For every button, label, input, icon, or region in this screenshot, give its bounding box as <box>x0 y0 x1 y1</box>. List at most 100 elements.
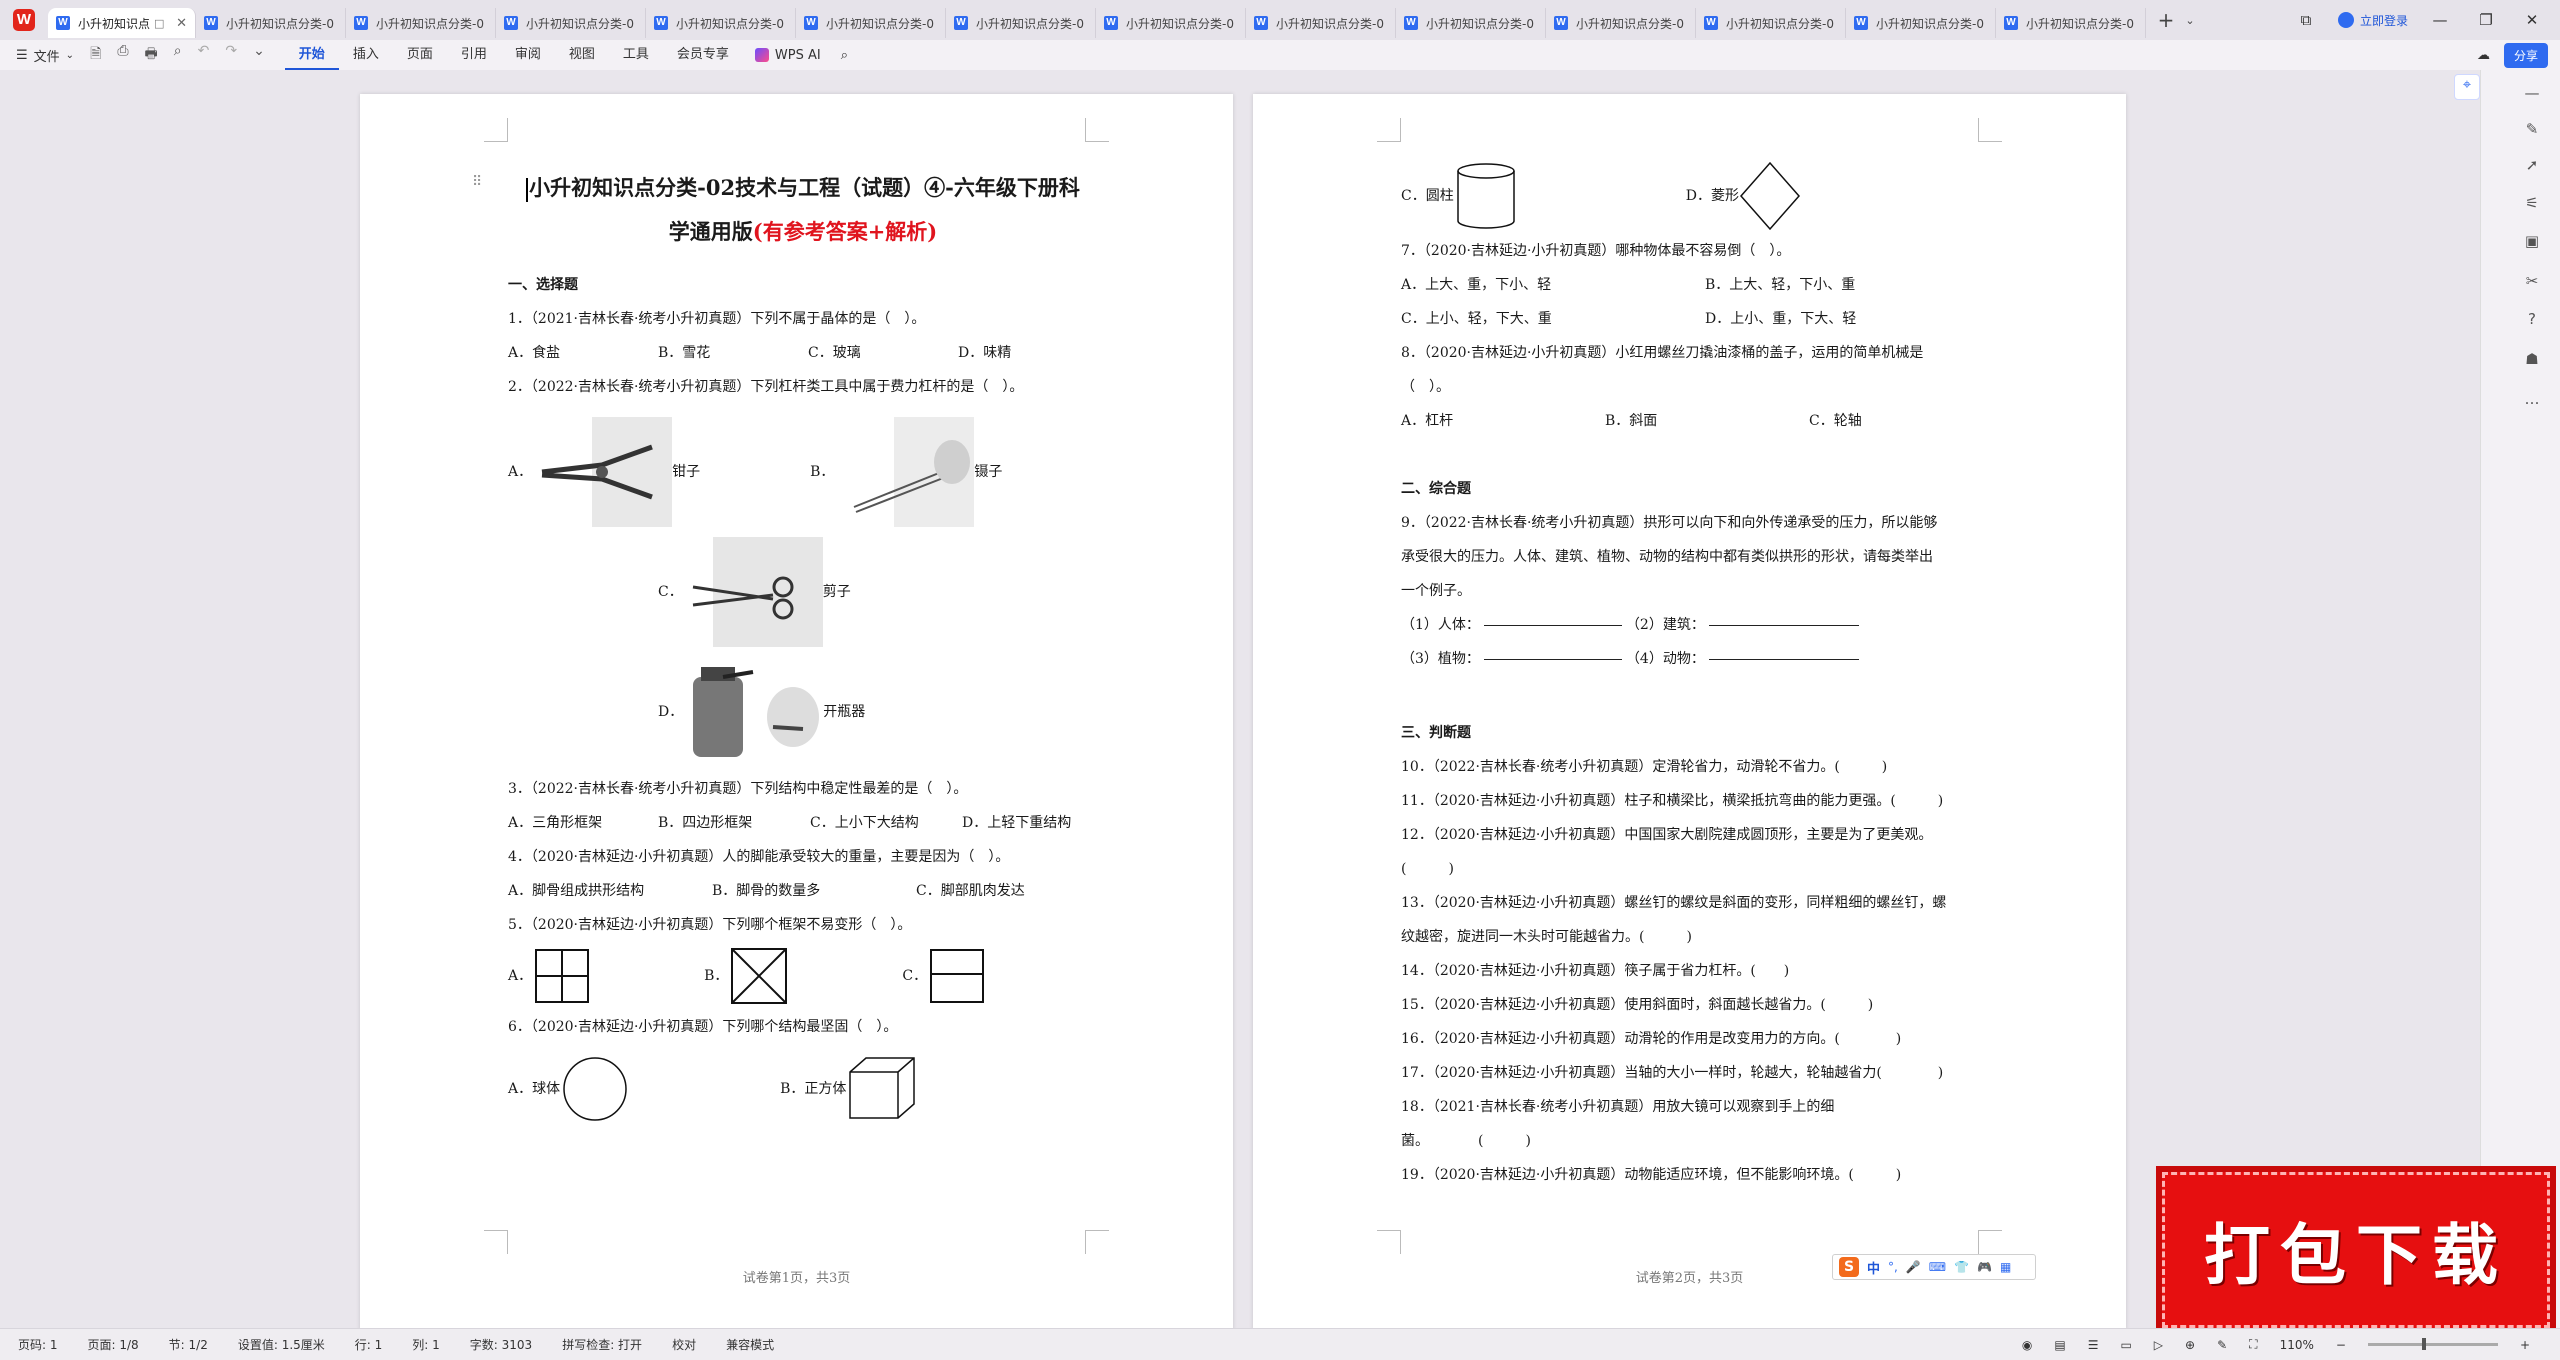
zoom-slider[interactable] <box>2367 1338 2498 1350</box>
ribbon-tab[interactable]: 开始 <box>284 40 339 70</box>
keyboard-icon[interactable]: ⌨ <box>1929 1260 1946 1274</box>
undo-icon[interactable]: ↶ <box>198 43 210 67</box>
ribbon-tab[interactable]: 审阅 <box>501 40 555 70</box>
play-icon[interactable]: ▷ <box>2154 1338 2163 1352</box>
document-tab[interactable]: W 小升初知识点分类-0 <box>1096 8 1246 38</box>
tab-label: 小升初知识点分类-0 <box>1426 16 1534 31</box>
toolbox-icon[interactable]: ▦ <box>2000 1260 2011 1274</box>
window-mode-icon[interactable]: ⧉ <box>2292 11 2320 29</box>
image-tool-icon[interactable]: ▣ <box>2520 232 2544 256</box>
document-tab[interactable]: W 小升初知识点分类-0 <box>346 8 496 38</box>
share-button[interactable]: 分享 <box>2503 42 2548 68</box>
document-page-1[interactable]: ⠿ 小升初知识点分类-02技术与工程（试题）④-六年级下册科 学通用版(有参考答… <box>360 94 1233 1328</box>
tab-list-chevron-icon[interactable]: ⌄ <box>2180 14 2200 27</box>
option: A．杠杆 <box>1401 413 1454 429</box>
edit-pen-icon[interactable]: ✎ <box>2520 120 2544 144</box>
document-tab[interactable]: W 小升初知识点分类-0 <box>1396 8 1546 38</box>
option: D．味精 <box>958 345 1012 361</box>
document-tab[interactable]: W 小升初知识点分类-0 <box>1996 8 2146 38</box>
ribbon: ☰ 文件 ⌄ 🗎 ⎙ 🖶 ⌕ ↶ ↷ ⌄ 开始 插入 页面 引用 审阅 视图 工具 会员专享 … <box>0 40 2560 70</box>
ime-toolbar[interactable]: S 中 °, 🎤 ⌨ 👕 🎮 ▦ <box>1832 1254 2036 1280</box>
tools-icon[interactable]: ✂ <box>2520 272 2544 296</box>
ime-mode-toggle[interactable]: 中 <box>1867 1258 1880 1277</box>
document-tab[interactable]: W 小升初知识点分类-0 <box>946 8 1096 38</box>
document-tab[interactable]: W 小升初知识点分类-0 <box>1846 8 1996 38</box>
wps-logo-icon[interactable]: W <box>0 0 48 40</box>
status-word-count[interactable]: 字数: 3103 <box>470 1336 532 1353</box>
read-mode-icon[interactable]: ▭ <box>2120 1338 2131 1352</box>
status-section[interactable]: 节: 1/2 <box>169 1336 208 1353</box>
status-proofread[interactable]: 校对 <box>672 1336 696 1353</box>
status-setting[interactable]: 设置值: 1.5厘米 <box>238 1336 325 1353</box>
quick-access-chevron-icon[interactable]: ⌄ <box>253 43 265 67</box>
ribbon-tab[interactable]: 会员专享 <box>663 40 743 70</box>
shirt-icon[interactable]: ☗ <box>2520 350 2544 374</box>
zoom-level[interactable]: 110% <box>2280 1338 2314 1352</box>
download-banner[interactable]: 打包下载 <box>2156 1166 2556 1334</box>
outline-view-icon[interactable]: ☰ <box>2088 1338 2099 1352</box>
zoom-slider-knob[interactable] <box>2421 1338 2426 1350</box>
answer-blank[interactable] <box>1483 608 1622 626</box>
write-mode-icon[interactable]: ✎ <box>2217 1338 2227 1352</box>
status-pages[interactable]: 页面: 1/8 <box>88 1336 139 1353</box>
ribbon-tab[interactable]: 视图 <box>555 40 609 70</box>
eye-protection-icon[interactable]: ◉ <box>2022 1338 2032 1352</box>
tab-pin-icon[interactable]: □ <box>154 17 164 30</box>
ribbon-tab[interactable]: 插入 <box>339 40 393 70</box>
document-tab[interactable]: W 小升初知识点分类-0 <box>196 8 346 38</box>
answer-blank[interactable] <box>1708 642 1859 660</box>
wps-ai-button[interactable]: WPS AI <box>743 48 833 63</box>
question-17: 17．（2020·吉林延边·小升初真题）当轴的大小一样时，轮越大，轮轴越省力( … <box>1401 1065 1944 1081</box>
new-tab-button[interactable]: + <box>2152 8 2180 32</box>
adjust-sliders-icon[interactable]: ⚟ <box>2520 194 2544 218</box>
minimize-button[interactable]: — <box>2426 11 2454 29</box>
close-window-button[interactable]: ✕ <box>2518 11 2546 29</box>
login-button[interactable]: 立即登录 <box>2337 12 2408 29</box>
file-menu[interactable]: ☰ 文件 ⌄ <box>0 46 90 65</box>
help-icon[interactable]: ? <box>2520 310 2544 334</box>
cloud-sync-icon[interactable]: ☁ <box>2477 48 2490 63</box>
punctuation-toggle[interactable]: °, <box>1888 1260 1898 1274</box>
export-pdf-icon[interactable]: ⎙ <box>117 43 128 67</box>
fit-page-icon[interactable]: ⛶ <box>2249 1337 2257 1352</box>
frame-cross-figure <box>535 949 590 1003</box>
ribbon-tab[interactable]: 工具 <box>609 40 663 70</box>
document-tab[interactable]: W 小升初知识点分类-0 <box>1246 8 1396 38</box>
restore-button[interactable]: ❐ <box>2472 11 2500 29</box>
more-icon[interactable]: … <box>2520 390 2544 414</box>
ribbon-tab[interactable]: 页面 <box>393 40 447 70</box>
document-tab[interactable]: W 小升初知识点分类-0 <box>646 8 796 38</box>
microphone-icon[interactable]: 🎤 <box>1906 1260 1921 1274</box>
document-tab[interactable]: W 小升初知识点分类-0 <box>1696 8 1846 38</box>
web-view-icon[interactable]: ⊕ <box>2185 1338 2195 1352</box>
document-canvas[interactable]: ⠿ 小升初知识点分类-02技术与工程（试题）④-六年级下册科 学通用版(有参考答… <box>0 70 2480 1328</box>
search-icon[interactable]: ⌕ <box>833 48 856 63</box>
document-tab[interactable]: W 小升初知识点分类-0 <box>496 8 646 38</box>
document-page-2[interactable]: C．圆柱 D．菱形 7．（2020·吉林延边·小升初真题）哪种物体最不容易倒（ … <box>1253 94 2126 1328</box>
skin-icon[interactable]: 👕 <box>1954 1260 1969 1274</box>
document-tab[interactable]: W 小升初知识点分类-0 <box>1546 8 1696 38</box>
status-page-number[interactable]: 页码: 1 <box>18 1336 58 1353</box>
ribbon-tab[interactable]: 引用 <box>447 40 501 70</box>
status-spell-check[interactable]: 拼写检查: 打开 <box>562 1336 642 1353</box>
close-tab-icon[interactable]: ✕ <box>170 16 187 31</box>
document-tab[interactable]: W 小升初知识点 □ ✕ <box>48 8 196 38</box>
location-pin-icon[interactable]: ⌖ <box>2454 74 2480 100</box>
question-11: 11．（2020·吉林延边·小升初真题）柱子和横梁比，横梁抵抗弯曲的能力更强。(… <box>1401 793 1944 809</box>
document-tab[interactable]: W 小升初知识点分类-0 <box>796 8 946 38</box>
print-preview-icon[interactable]: ⌕ <box>174 43 182 67</box>
answer-blank[interactable] <box>1708 608 1859 626</box>
save-icon[interactable]: 🗎 <box>90 43 101 67</box>
collapse-panel-icon[interactable]: — <box>2520 84 2544 108</box>
drag-handle-icon[interactable]: ⠿ <box>472 174 482 190</box>
option-name: 开瓶器 <box>823 704 866 720</box>
zoom-out-button[interactable]: − <box>2336 1338 2346 1352</box>
question-6-options: A．球体 B．正方体 <box>508 1044 1098 1134</box>
select-cursor-icon[interactable]: ➚ <box>2520 156 2544 180</box>
answer-blank[interactable] <box>1483 642 1622 660</box>
page-view-icon[interactable]: ▤ <box>2054 1338 2065 1352</box>
game-icon[interactable]: 🎮 <box>1977 1260 1992 1274</box>
zoom-in-button[interactable]: + <box>2520 1338 2530 1352</box>
print-icon[interactable]: 🖶 <box>145 43 158 67</box>
redo-icon[interactable]: ↷ <box>225 43 237 67</box>
